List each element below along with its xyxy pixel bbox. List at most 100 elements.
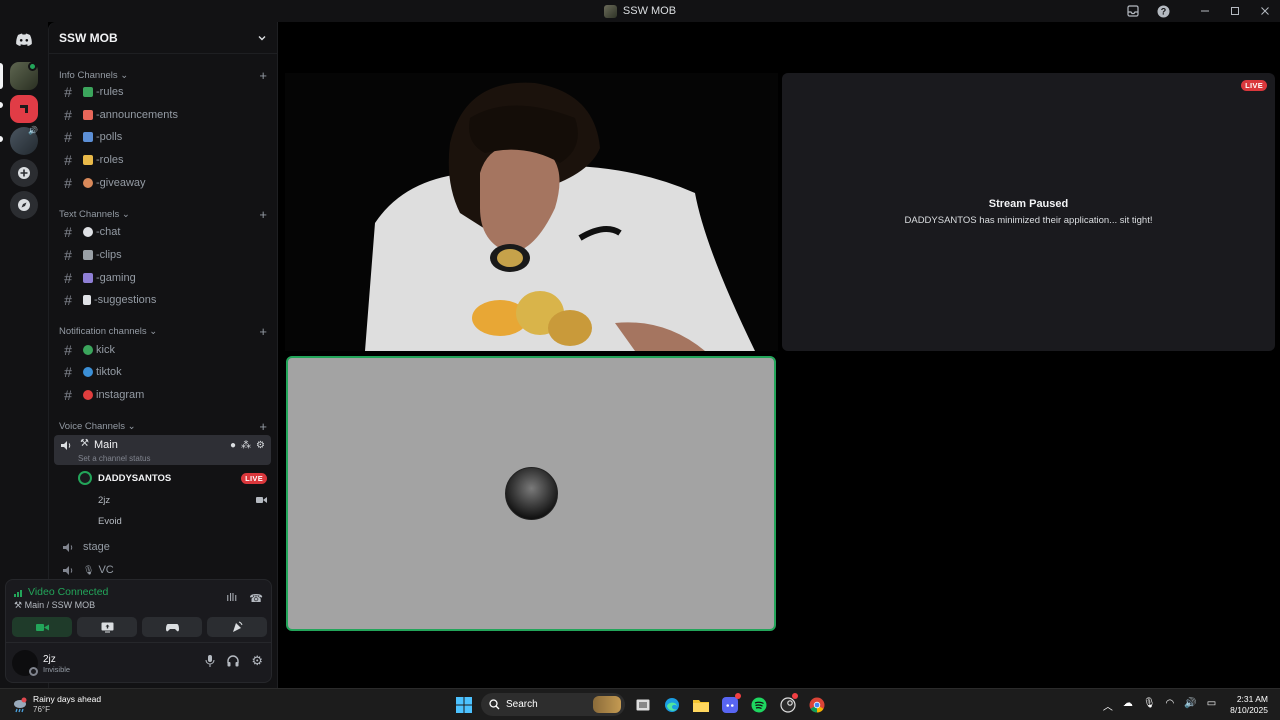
discover-icon[interactable] <box>10 191 38 219</box>
server-header[interactable]: SSW MOB <box>49 22 277 54</box>
system-clock[interactable]: 2:31 AM 8/10/2025 <box>1230 694 1268 716</box>
blue-circle-icon <box>83 367 93 377</box>
onedrive-cloud-icon[interactable]: ☁ <box>1123 698 1133 713</box>
channel-tiktok[interactable]: # tiktok <box>59 362 267 382</box>
channel-rules[interactable]: # -rules <box>59 82 267 102</box>
category-text-channels[interactable]: Text Channels ⌄ + <box>59 207 267 222</box>
discord-home-icon[interactable] <box>10 26 38 54</box>
voice-channel-stage[interactable]: stage <box>59 537 267 557</box>
chevron-up-icon[interactable]: ︿ <box>1103 698 1113 713</box>
channel-polls[interactable]: # -polls <box>59 127 267 147</box>
soundboard-button[interactable] <box>207 617 267 637</box>
server-name: SSW MOB <box>59 30 118 45</box>
maximize-icon[interactable] <box>1220 0 1250 22</box>
window-title: SSW MOB <box>603 4 676 18</box>
headphones-icon[interactable] <box>227 655 240 670</box>
add-channel-icon[interactable]: + <box>259 207 267 222</box>
voice-user-2jz[interactable]: 2jz <box>98 491 267 509</box>
gear-icon[interactable]: ⚙ <box>256 440 265 451</box>
voice-channel-vc[interactable]: 🎙 VC <box>59 560 267 580</box>
channel-status[interactable]: Set a channel status <box>78 454 151 463</box>
hash-icon: # <box>64 292 72 308</box>
voice-user-evoid[interactable]: Evoid <box>98 512 267 530</box>
video-tile-stream[interactable] <box>285 73 778 351</box>
channel-gaming[interactable]: # -gaming <box>59 268 267 288</box>
start-button[interactable] <box>452 693 475 716</box>
microphone-icon[interactable] <box>205 655 215 670</box>
add-channel-icon[interactable]: + <box>259 324 267 339</box>
screen-share-button[interactable] <box>77 617 137 637</box>
channel-instagram[interactable]: # instagram <box>59 385 267 405</box>
clock-date: 8/10/2025 <box>1230 705 1268 715</box>
add-server-icon[interactable] <box>10 159 38 187</box>
connection-location[interactable]: ⚒ Main / SSW MOB <box>14 600 95 611</box>
invisible-status-icon <box>29 667 38 676</box>
channel-chat[interactable]: # -chat <box>59 222 267 242</box>
stream-paused-title: Stream Paused <box>988 198 1069 210</box>
spotify-icon[interactable] <box>747 693 770 716</box>
rain-cloud-icon <box>14 697 27 713</box>
title-bar: SSW MOB ? <box>0 0 1280 22</box>
close-icon[interactable] <box>1250 0 1280 22</box>
hash-icon: # <box>64 175 72 191</box>
channel-label: -gaming <box>96 272 136 284</box>
video-tile-empty <box>782 356 1275 631</box>
connection-status: Video Connected <box>28 586 109 598</box>
steam-icon[interactable] <box>776 693 799 716</box>
gamepad-emoji-icon <box>83 273 93 283</box>
edge-icon[interactable] <box>660 693 683 716</box>
channel-suggestions[interactable]: # -suggestions <box>59 290 267 310</box>
channel-roles[interactable]: # -roles <box>59 150 267 170</box>
channel-announcements[interactable]: # -announcements <box>59 105 267 125</box>
channel-giveaway[interactable]: # -giveaway <box>59 173 267 193</box>
megaphone-emoji-icon <box>83 110 93 120</box>
search-icon <box>489 699 500 710</box>
minimize-icon[interactable] <box>1190 0 1220 22</box>
task-view-icon[interactable] <box>631 693 654 716</box>
memo-emoji-icon <box>83 295 91 305</box>
settings-gear-icon[interactable]: ⚙ <box>251 654 263 670</box>
channel-clips[interactable]: # -clips <box>59 245 267 265</box>
video-tile-paused[interactable]: LIVE Stream Paused DADDYSANTOS has minim… <box>782 73 1275 351</box>
video-tile-user[interactable] <box>286 356 776 631</box>
channel-kick[interactable]: # kick <box>59 340 267 360</box>
hash-icon: # <box>64 364 72 380</box>
username[interactable]: 2jz <box>43 654 56 665</box>
speaker-icon <box>63 565 73 575</box>
discord-taskbar-icon[interactable] <box>718 693 741 716</box>
category-label: Notification channels <box>59 325 147 337</box>
inbox-icon[interactable] <box>1118 0 1148 22</box>
taskbar-search[interactable]: Search <box>481 693 625 716</box>
hash-icon: # <box>64 152 72 168</box>
noise-suppression-icon[interactable]: ıllı <box>226 592 237 605</box>
channel-label: kick <box>96 344 115 356</box>
voice-user-daddysantos[interactable]: DADDYSANTOS LIVE <box>78 469 267 487</box>
disconnect-icon[interactable]: ☎ <box>249 592 263 605</box>
battery-icon[interactable]: ▭ <box>1207 698 1216 713</box>
microphone-tray-icon[interactable]: 🎙 <box>1143 698 1156 713</box>
camera-button[interactable] <box>12 617 72 637</box>
voice-channel-main[interactable]: ⚒ Main Set a channel status ● ⁂ ⚙ <box>54 435 271 465</box>
cookie-emoji-icon <box>83 178 93 188</box>
voice-user-name: 2jz <box>98 494 111 506</box>
hash-icon: # <box>64 224 72 240</box>
category-info-channels[interactable]: Info Channels ⌄ + <box>59 68 267 83</box>
channel-label: -rules <box>96 86 124 98</box>
chat-icon[interactable]: ● <box>230 440 236 451</box>
help-icon[interactable]: ? <box>1148 0 1178 22</box>
add-channel-icon[interactable]: + <box>259 419 267 434</box>
server-red-icon[interactable] <box>10 95 38 123</box>
gamepad-icon <box>165 623 179 631</box>
activity-button[interactable] <box>142 617 202 637</box>
category-notification-channels[interactable]: Notification channels ⌄ + <box>59 324 267 339</box>
video-camera-icon <box>256 497 267 503</box>
chrome-icon[interactable] <box>805 693 828 716</box>
category-voice-channels[interactable]: Voice Channels ⌄ + <box>59 419 267 434</box>
invite-icon[interactable]: ⁂ <box>241 440 251 451</box>
search-highlight-image <box>593 696 621 713</box>
hash-icon: # <box>64 107 72 123</box>
wifi-icon[interactable]: ◠ <box>1166 698 1175 713</box>
add-channel-icon[interactable]: + <box>259 68 267 83</box>
volume-icon[interactable]: 🔊 <box>1184 698 1196 713</box>
file-explorer-icon[interactable] <box>689 693 712 716</box>
